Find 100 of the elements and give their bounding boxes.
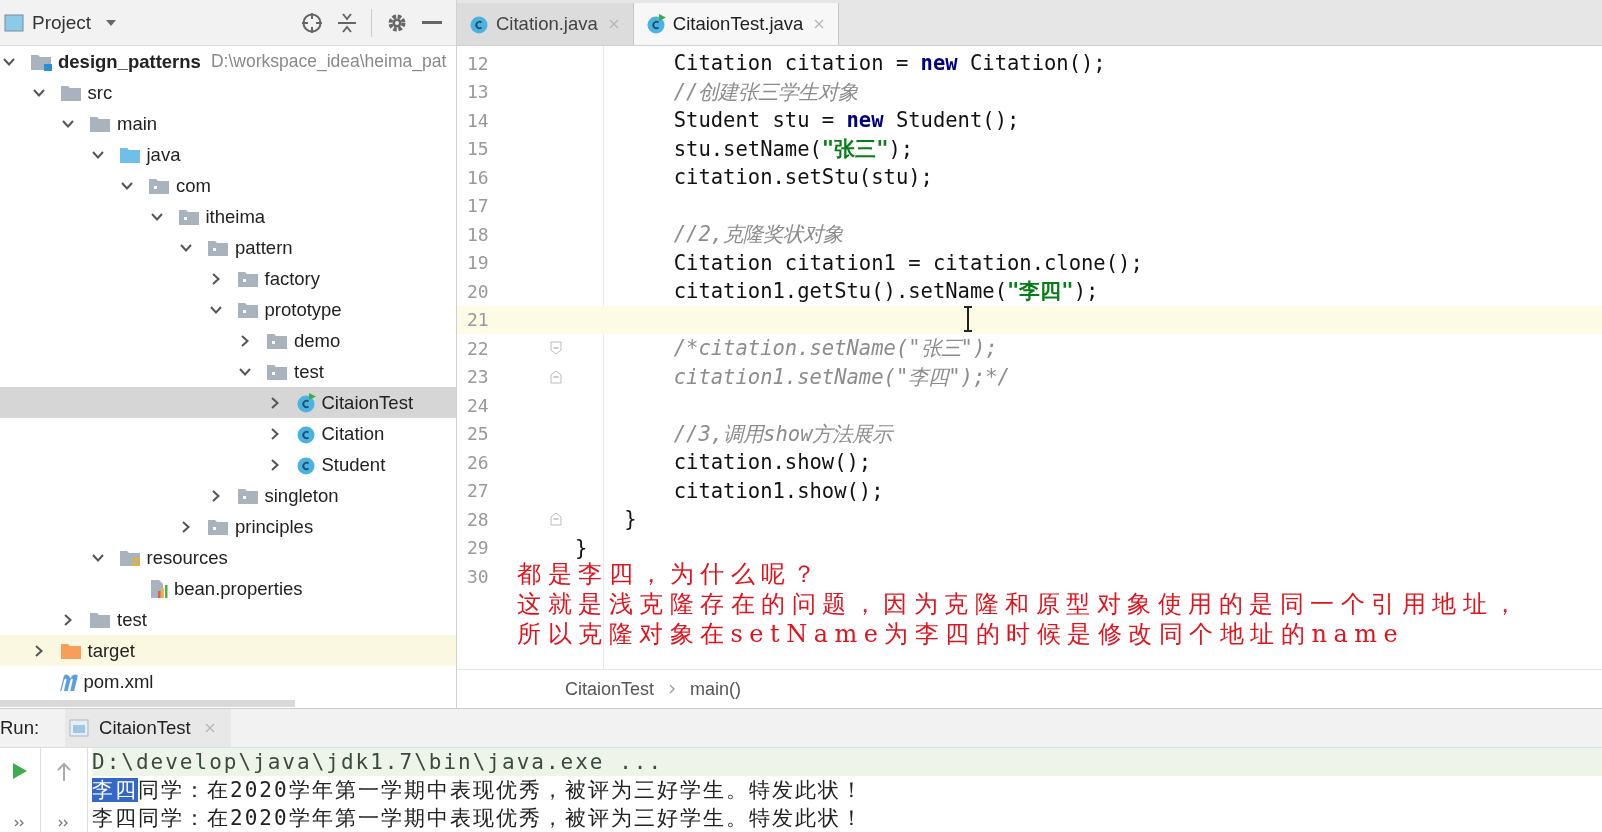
- console-line: 李四 同学：在2020学年第一学期中表现优秀，被评为三好学生。特发此状！: [92, 777, 864, 804]
- line-number: 17: [466, 195, 490, 217]
- tree-item-label: prototype: [264, 298, 342, 321]
- window-icon: [4, 13, 24, 32]
- project-view-selector[interactable]: Project: [32, 11, 92, 34]
- tree-item-label: target: [87, 639, 135, 662]
- code-line: stu.setName("张三");: [672, 135, 914, 163]
- run-icon[interactable]: [12, 762, 28, 780]
- code-line: Citation citation = new Citation();: [672, 51, 1106, 76]
- annotation-text: 所以克隆对象在setName为李四的时候是修改同个地址的name: [517, 619, 1405, 649]
- fold-marker-icon[interactable]: [550, 369, 562, 384]
- folder-icon: [118, 548, 141, 567]
- tree-item-label: principles: [235, 515, 314, 538]
- tree-item[interactable]: design_patterns D:\workspace_idea\heima_pat: [0, 46, 456, 77]
- package-icon: [236, 300, 259, 319]
- chevron-icon: [668, 683, 677, 695]
- tree-item[interactable]: main: [0, 108, 456, 139]
- package-icon: [207, 238, 229, 257]
- tree-item[interactable]: resources: [0, 542, 456, 573]
- console-line: 李四同学：在2020学年第一学期中表现优秀，被评为三好学生。特发此状！: [92, 805, 864, 832]
- editor-tab[interactable]: CitaionTest.java: [633, 3, 840, 45]
- tree-item-label: java: [146, 143, 181, 166]
- tree-item[interactable]: target: [0, 635, 456, 666]
- package-icon: [236, 269, 259, 288]
- tree-item[interactable]: Student: [0, 449, 456, 480]
- tree-item[interactable]: principles: [0, 511, 456, 542]
- line-number: 30: [466, 565, 490, 587]
- code-line: citation.show();: [672, 450, 872, 475]
- console-line: D:\develop\java\jdk1.7\bin\java.exe ...: [92, 750, 664, 774]
- tree-item-label: main: [117, 112, 158, 135]
- tree-item-label: Student: [321, 453, 386, 476]
- tree-item[interactable]: pom.xml: [0, 666, 456, 697]
- line-number: 12: [466, 52, 490, 74]
- line-number: 29: [466, 537, 490, 559]
- tree-item-label: pom.xml: [83, 670, 154, 693]
- tree-item[interactable]: factory: [0, 263, 456, 294]
- test-class-icon: [645, 14, 666, 34]
- excluded-folder-icon: [59, 641, 82, 660]
- code-line: citation1.setName("李四");*/: [672, 363, 1010, 391]
- tree-item[interactable]: src: [0, 77, 456, 108]
- folder-icon: [30, 52, 52, 71]
- code-line: //创建张三学生对象: [672, 78, 859, 106]
- tree-item[interactable]: test: [0, 356, 456, 387]
- minimize-icon[interactable]: [422, 20, 442, 25]
- tree-item[interactable]: itheima: [0, 201, 456, 232]
- code-line: Student stu = new Student();: [672, 108, 1020, 133]
- tree-item[interactable]: test: [0, 604, 456, 635]
- package-icon: [236, 486, 259, 505]
- code-line: }: [575, 535, 588, 560]
- double-chevron-icon[interactable]: [14, 818, 26, 828]
- tree-item[interactable]: Citation: [0, 418, 456, 449]
- tree-item[interactable]: pattern: [0, 232, 456, 263]
- tree-item[interactable]: java: [0, 139, 456, 170]
- code-line: //3,调用show方法展示: [672, 420, 893, 448]
- dropdown-caret-icon[interactable]: [105, 18, 118, 27]
- tree-item[interactable]: singleton: [0, 480, 456, 511]
- tree-item[interactable]: bean.properties: [0, 573, 456, 604]
- line-number: 25: [466, 423, 490, 445]
- code-line: //2,克隆奖状对象: [672, 221, 844, 249]
- editor-tab[interactable]: Citation.java: [457, 3, 634, 45]
- breadcrumb-item[interactable]: main(): [690, 678, 742, 700]
- tree-item-label: singleton: [264, 484, 339, 507]
- tree-item[interactable]: demo: [0, 325, 456, 356]
- locate-icon[interactable]: [301, 11, 323, 34]
- tree-item[interactable]: com: [0, 170, 456, 201]
- console-icon: [69, 719, 90, 737]
- line-number: 21: [466, 309, 490, 331]
- tree-item-label: design_patterns: [58, 50, 201, 73]
- maven-icon: [59, 672, 78, 691]
- line-number: 15: [466, 138, 490, 160]
- run-tab[interactable]: CitaionTest: [65, 709, 231, 747]
- line-number: 19: [466, 252, 490, 274]
- tree-item-label: com: [176, 174, 211, 197]
- tree-item-label: bean.properties: [174, 577, 303, 600]
- code-line: citation1.getStu().setName("李四");: [672, 278, 1099, 306]
- fold-marker-icon[interactable]: [550, 341, 562, 356]
- double-chevron-icon[interactable]: [58, 818, 70, 828]
- folder-icon: [59, 83, 82, 102]
- line-number: 18: [466, 223, 490, 245]
- project-path: D:\workspace_idea\heima_pat: [210, 51, 447, 72]
- folder-icon: [89, 114, 111, 133]
- breadcrumb-item[interactable]: CitaionTest: [565, 678, 655, 700]
- folder-icon: [118, 145, 141, 164]
- code-line: /*citation.setName("张三");: [672, 335, 998, 363]
- line-number: 23: [466, 366, 490, 388]
- tree-item-label: factory: [264, 267, 321, 290]
- annotation-text: 都是李四，为什么呢？: [517, 559, 822, 589]
- tree-item-label: Citation: [321, 422, 385, 445]
- package-icon: [177, 207, 200, 226]
- collapse-all-icon[interactable]: [337, 11, 357, 34]
- fold-marker-icon[interactable]: [550, 512, 562, 527]
- properties-file-icon: [148, 578, 168, 599]
- package-icon: [207, 517, 229, 536]
- line-number: 24: [466, 394, 490, 416]
- tree-item[interactable]: CitaionTest: [0, 387, 456, 418]
- line-number: 14: [466, 109, 490, 131]
- tree-item[interactable]: prototype: [0, 294, 456, 325]
- tree-item-label: resources: [146, 546, 228, 569]
- scrollbar[interactable]: [0, 700, 295, 707]
- tree-item-label: demo: [294, 329, 341, 352]
